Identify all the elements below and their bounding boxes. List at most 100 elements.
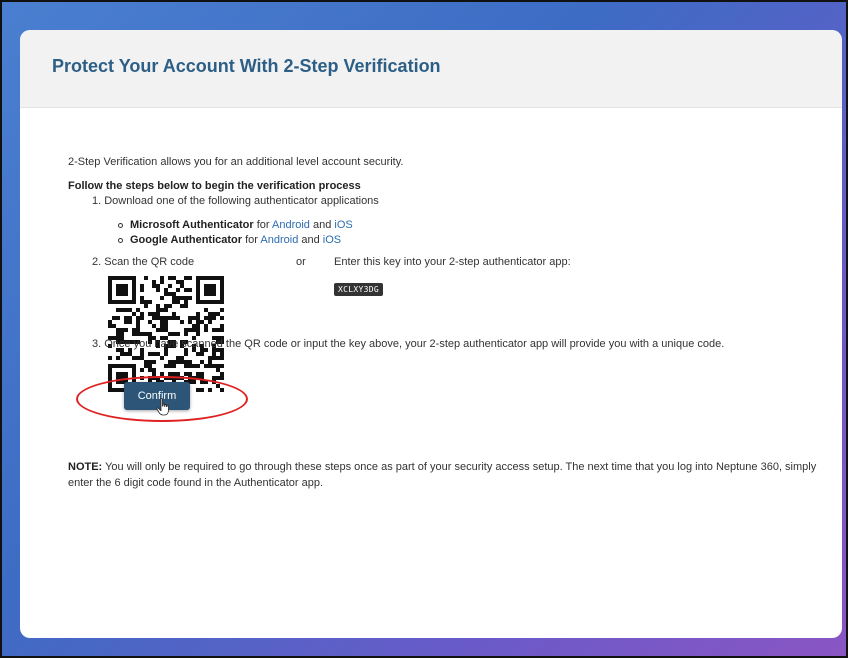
- qr-module: [132, 280, 136, 284]
- qr-module: [188, 328, 192, 332]
- qr-module: [144, 300, 148, 304]
- qr-module: [124, 292, 128, 296]
- and-text: and: [309, 219, 335, 231]
- qr-module: [204, 276, 208, 280]
- qr-module: [168, 292, 172, 296]
- qr-module: [164, 288, 168, 292]
- qr-module: [148, 320, 152, 324]
- qr-module: [192, 364, 196, 368]
- qr-module: [148, 352, 152, 356]
- qr-module: [172, 296, 176, 300]
- ios-link[interactable]: iOS: [334, 219, 352, 231]
- qr-module: [180, 296, 184, 300]
- qr-module: [116, 328, 120, 332]
- qr-module: [184, 360, 188, 364]
- qr-module: [160, 276, 164, 280]
- qr-module: [132, 356, 136, 360]
- qr-module: [140, 356, 144, 360]
- qr-module: [192, 324, 196, 328]
- qr-module: [196, 276, 200, 280]
- qr-module: [108, 292, 112, 296]
- qr-module: [176, 296, 180, 300]
- qr-module: [216, 312, 220, 316]
- qr-module: [156, 352, 160, 356]
- qr-module: [220, 276, 224, 280]
- qr-module: [220, 316, 224, 320]
- qr-module: [220, 292, 224, 296]
- qr-module: [136, 356, 140, 360]
- qr-module: [108, 284, 112, 288]
- qr-module: [208, 288, 212, 292]
- qr-module: [116, 288, 120, 292]
- qr-module: [208, 300, 212, 304]
- qr-module: [124, 308, 128, 312]
- qr-module: [172, 312, 176, 316]
- qr-module: [120, 276, 124, 280]
- qr-module: [204, 292, 208, 296]
- qr-module: [196, 324, 200, 328]
- qr-module: [192, 328, 196, 332]
- qr-module: [176, 300, 180, 304]
- qr-module: [188, 296, 192, 300]
- qr-module: [220, 280, 224, 284]
- android-link[interactable]: Android: [260, 234, 298, 246]
- ios-link[interactable]: iOS: [323, 234, 341, 246]
- android-link[interactable]: Android: [272, 219, 310, 231]
- qr-module: [176, 316, 180, 320]
- qr-module: [120, 300, 124, 304]
- qr-module: [108, 288, 112, 292]
- qr-module: [156, 304, 160, 308]
- qr-module: [116, 300, 120, 304]
- qr-module: [108, 276, 112, 280]
- qr-module: [132, 284, 136, 288]
- qr-module: [176, 288, 180, 292]
- qr-module: [204, 364, 208, 368]
- qr-module: [136, 316, 140, 320]
- qr-module: [108, 324, 112, 328]
- qr-module: [116, 292, 120, 296]
- qr-module: [216, 300, 220, 304]
- qr-module: [168, 284, 172, 288]
- qr-module: [108, 300, 112, 304]
- qr-module: [220, 288, 224, 292]
- qr-module: [184, 352, 188, 356]
- qr-module: [200, 276, 204, 280]
- qr-module: [220, 296, 224, 300]
- qr-module: [140, 288, 144, 292]
- qr-module: [216, 356, 220, 360]
- qr-module: [220, 328, 224, 332]
- qr-module: [140, 300, 144, 304]
- qr-module: [180, 304, 184, 308]
- qr-module: [132, 368, 136, 372]
- qr-module: [148, 312, 152, 316]
- qr-module: [164, 308, 168, 312]
- qr-module: [188, 276, 192, 280]
- qr-module: [144, 304, 148, 308]
- qr-module: [220, 352, 224, 356]
- qr-module: [196, 312, 200, 316]
- qr-module: [208, 276, 212, 280]
- qr-module: [184, 328, 188, 332]
- qr-module: [152, 284, 156, 288]
- qr-module: [216, 364, 220, 368]
- hand-cursor-icon: [156, 398, 169, 416]
- qr-module: [148, 364, 152, 368]
- qr-module: [212, 364, 216, 368]
- qr-module: [140, 284, 144, 288]
- qr-module: [124, 300, 128, 304]
- qr-module: [212, 288, 216, 292]
- qr-module: [116, 276, 120, 280]
- qr-module: [152, 280, 156, 284]
- qr-module: [128, 308, 132, 312]
- verification-card: Protect Your Account With 2-Step Verific…: [20, 30, 842, 638]
- qr-module: [140, 296, 144, 300]
- qr-module: [116, 308, 120, 312]
- qr-module: [120, 328, 124, 332]
- qr-module: [144, 276, 148, 280]
- qr-module: [108, 356, 112, 360]
- qr-module: [136, 324, 140, 328]
- qr-module: [220, 324, 224, 328]
- qr-module: [208, 292, 212, 296]
- qr-module: [132, 364, 136, 368]
- qr-module: [140, 312, 144, 316]
